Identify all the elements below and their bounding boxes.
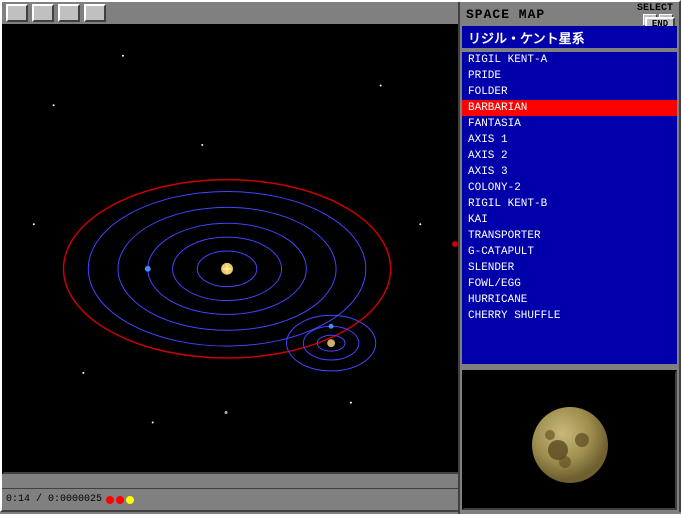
toolbar-btn-3[interactable] xyxy=(58,4,80,22)
status-indicators xyxy=(106,496,134,504)
status-coords: 0:14 / 0:0000025 xyxy=(6,494,102,505)
list-item[interactable]: RIGIL KENT-A xyxy=(462,52,677,68)
status-bar: 0:14 / 0:0000025 xyxy=(2,488,462,510)
select-label: SELECT xyxy=(637,3,673,14)
list-item[interactable]: HURRICANE xyxy=(462,292,677,308)
list-item[interactable]: FOWL/EGG xyxy=(462,276,677,292)
planet-svg xyxy=(520,390,620,490)
list-item[interactable]: BARBARIAN xyxy=(462,100,677,116)
list-item[interactable]: COLONY-2 xyxy=(462,180,677,196)
list-item[interactable]: KAI xyxy=(462,212,677,228)
planet-preview xyxy=(462,370,677,510)
toolbar-btn-4[interactable] xyxy=(84,4,106,22)
system-name-bar: リジル・ケント星系 xyxy=(462,26,677,48)
indicator-3 xyxy=(126,496,134,504)
list-item[interactable]: FANTASIA xyxy=(462,116,677,132)
right-panel: SPACE MAP SELECT ↑ ↓ END リジル・ケント星系 RIGIL… xyxy=(458,2,679,514)
indicator-2 xyxy=(116,496,124,504)
list-item[interactable]: AXIS 3 xyxy=(462,164,677,180)
space-map[interactable] xyxy=(2,24,462,474)
list-item[interactable]: FOLDER xyxy=(462,84,677,100)
main-window: ▲ ▼ 0:14 / 0:0000025 SPACE MAP SELECT ↑ … xyxy=(0,0,681,512)
toolbar-btn-2[interactable] xyxy=(32,4,54,22)
list-item[interactable]: AXIS 1 xyxy=(462,132,677,148)
list-item[interactable]: CHERRY SHUFFLE xyxy=(462,308,677,324)
list-item[interactable]: TRANSPORTER xyxy=(462,228,677,244)
top-toolbar xyxy=(2,2,462,24)
toolbar-btn-1[interactable] xyxy=(6,4,28,22)
list-item[interactable]: AXIS 2 xyxy=(462,148,677,164)
list-item[interactable]: RIGIL KENT-B xyxy=(462,196,677,212)
location-list[interactable]: RIGIL KENT-APRIDEFOLDERBARBARIANFANTASIA… xyxy=(462,52,677,364)
list-item[interactable]: G-CATAPULT xyxy=(462,244,677,260)
indicator-1 xyxy=(106,496,114,504)
orbital-display xyxy=(4,26,460,472)
list-item[interactable]: PRIDE xyxy=(462,68,677,84)
list-item[interactable]: SLENDER xyxy=(462,260,677,276)
space-map-label: SPACE MAP xyxy=(466,7,545,22)
system-name: リジル・ケント星系 xyxy=(468,28,585,47)
